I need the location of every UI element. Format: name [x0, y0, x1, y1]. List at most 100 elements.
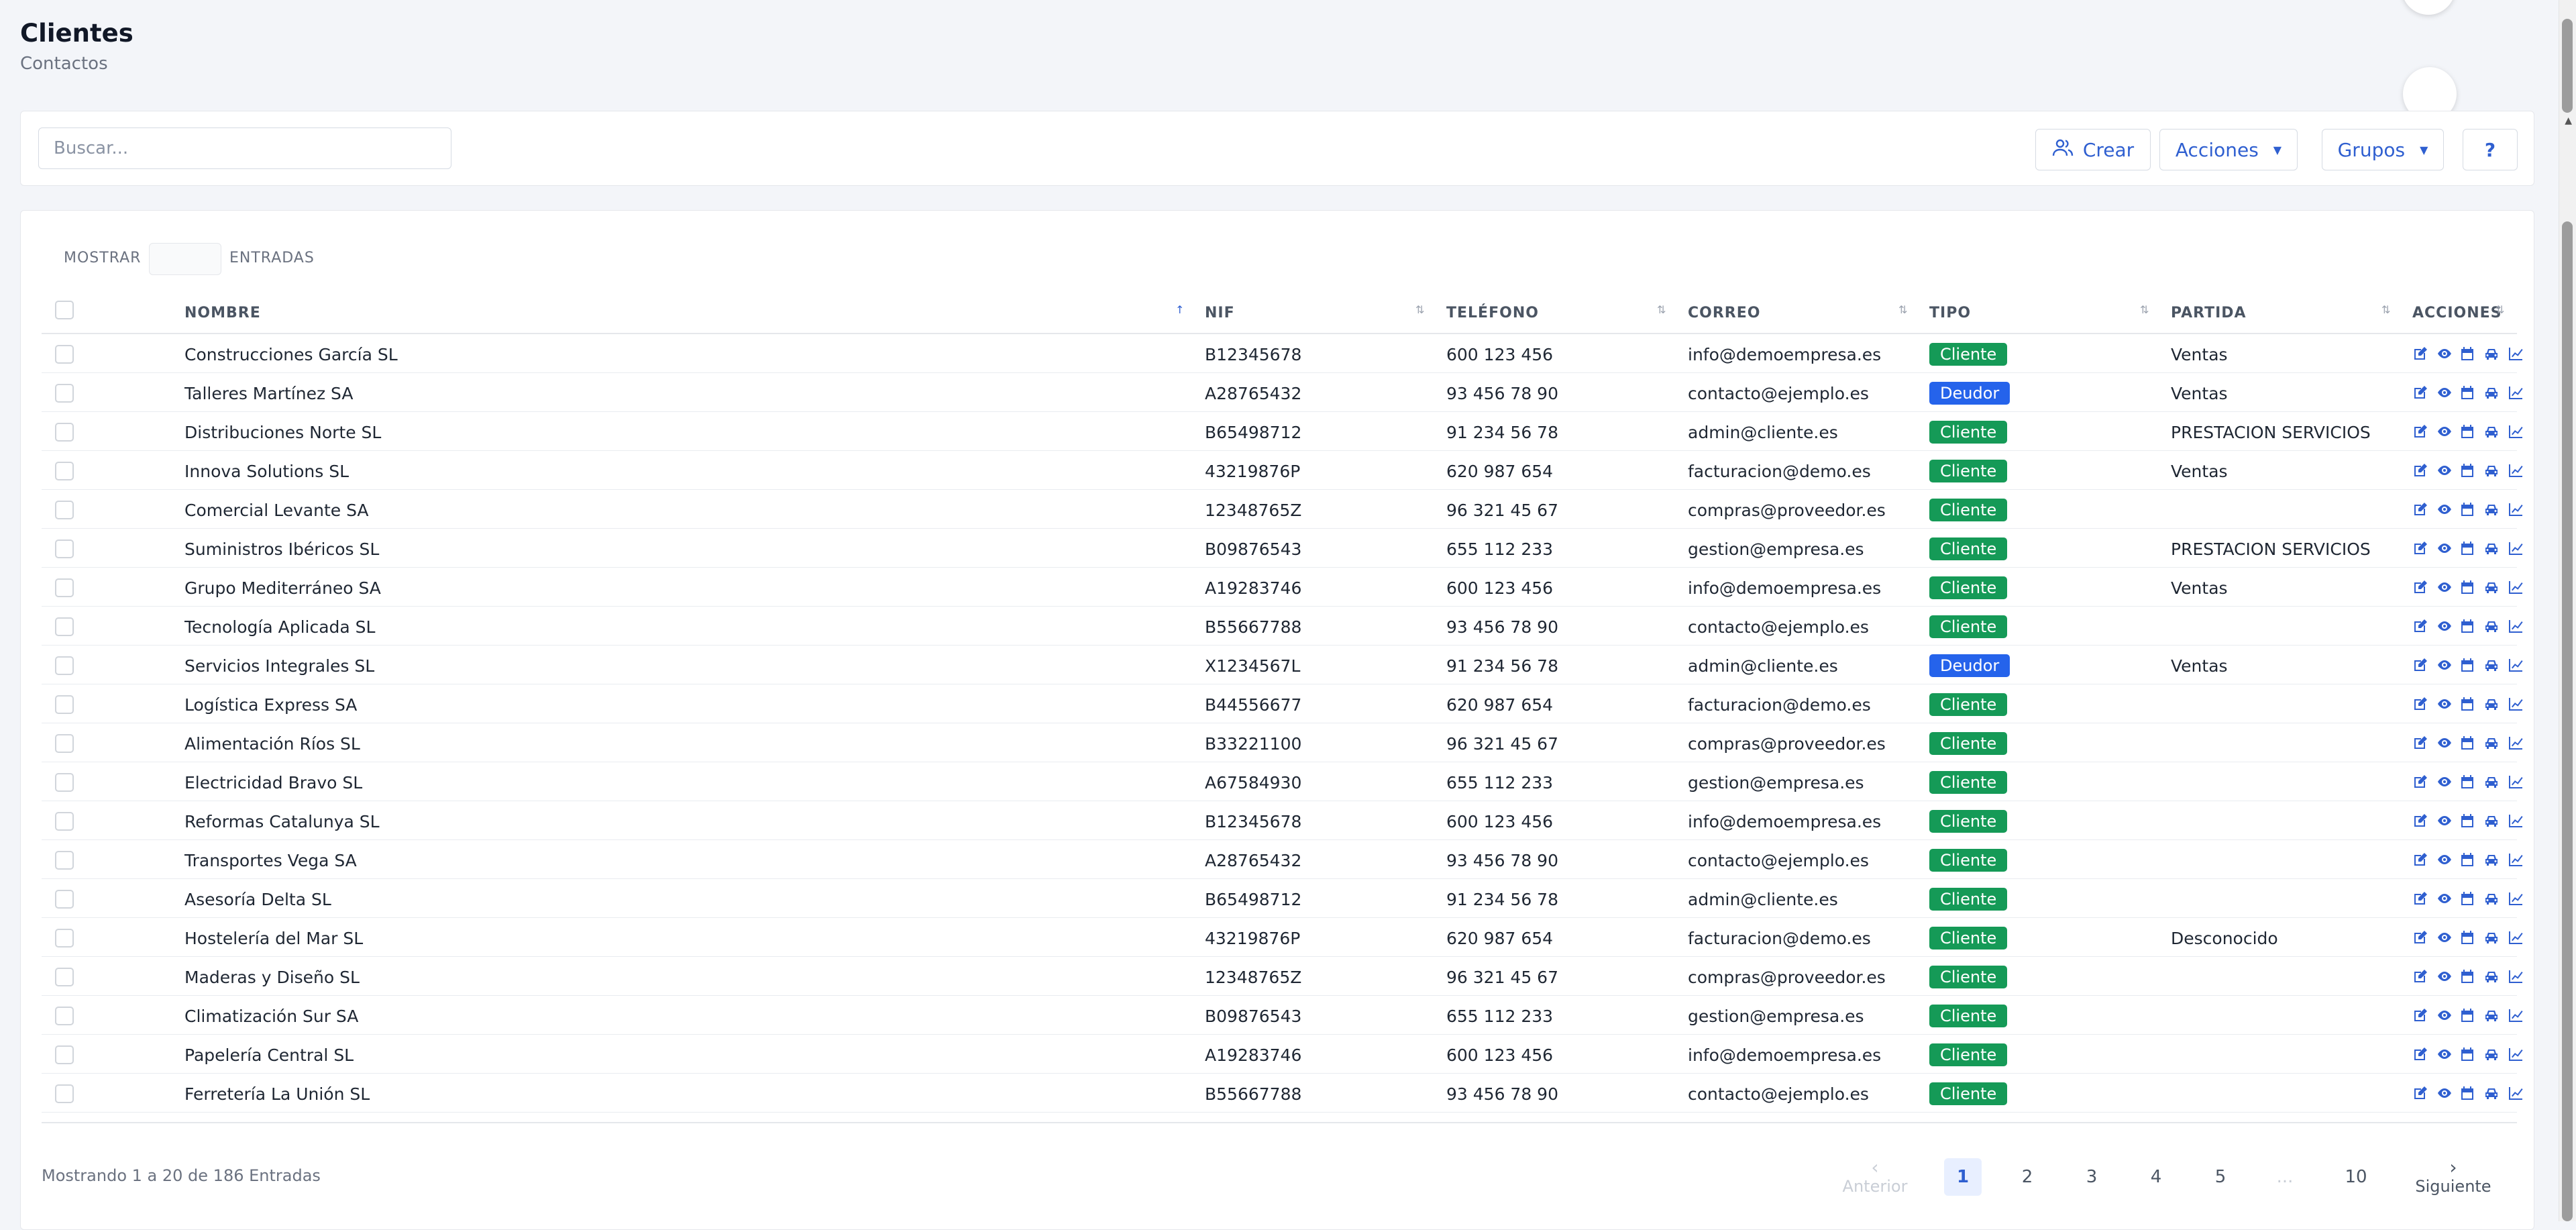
sort-icon[interactable]: ⇅ [1415, 303, 1424, 316]
table-row[interactable]: Ferretería La Unión SL B55667788 93 456 78… [42, 1074, 2523, 1113]
view-icon[interactable] [2436, 501, 2453, 518]
sort-icon[interactable]: ⇅ [1657, 303, 1666, 316]
groups-dropdown[interactable]: Grupos ▼ [2322, 129, 2444, 170]
prev-page-button[interactable]: ‹ Anterior [1831, 1158, 1919, 1196]
view-icon[interactable] [2436, 968, 2453, 985]
edit-icon[interactable] [2412, 1045, 2428, 1063]
view-icon[interactable] [2436, 578, 2453, 596]
view-icon[interactable] [2436, 1007, 2453, 1024]
edit-icon[interactable] [2412, 656, 2428, 674]
edit-icon[interactable] [2412, 812, 2428, 829]
scrollbar[interactable]: ▲ [2559, 0, 2576, 1221]
car-icon[interactable] [2483, 656, 2500, 674]
chart-icon[interactable] [2508, 540, 2524, 557]
car-icon[interactable] [2483, 851, 2500, 868]
row-checkbox[interactable] [55, 501, 74, 519]
car-icon[interactable] [2483, 384, 2500, 401]
calendar-icon[interactable] [2459, 1007, 2475, 1024]
edit-icon[interactable] [2412, 423, 2428, 440]
chart-icon[interactable] [2508, 695, 2524, 713]
row-checkbox[interactable] [55, 1084, 74, 1103]
chart-icon[interactable] [2508, 1084, 2524, 1102]
chart-icon[interactable] [2508, 890, 2524, 907]
chart-icon[interactable] [2508, 968, 2524, 985]
row-checkbox[interactable] [55, 734, 74, 753]
row-checkbox[interactable] [55, 540, 74, 558]
column-header-telefono[interactable]: TELÉFONO [1446, 305, 1539, 321]
calendar-icon[interactable] [2459, 501, 2475, 518]
edit-icon[interactable] [2412, 384, 2428, 401]
car-icon[interactable] [2483, 578, 2500, 596]
car-icon[interactable] [2483, 1084, 2500, 1102]
column-header-nif[interactable]: NIF [1205, 305, 1235, 321]
chart-icon[interactable] [2508, 345, 2524, 362]
calendar-icon[interactable] [2459, 423, 2475, 440]
view-icon[interactable] [2436, 656, 2453, 674]
car-icon[interactable] [2483, 929, 2500, 946]
view-icon[interactable] [2436, 345, 2453, 362]
car-icon[interactable] [2483, 345, 2500, 362]
calendar-icon[interactable] [2459, 890, 2475, 907]
edit-icon[interactable] [2412, 540, 2428, 557]
page-4-button[interactable]: 4 [2137, 1158, 2175, 1196]
create-button[interactable]: Crear [2035, 129, 2151, 170]
view-icon[interactable] [2436, 773, 2453, 790]
table-row[interactable]: Tecnología Aplicada SL B55667788 93 456 78… [42, 607, 2523, 646]
car-icon[interactable] [2483, 812, 2500, 829]
edit-icon[interactable] [2412, 695, 2428, 713]
column-header-correo[interactable]: CORREO [1688, 305, 1760, 321]
view-icon[interactable] [2436, 462, 2453, 479]
calendar-icon[interactable] [2459, 617, 2475, 635]
car-icon[interactable] [2483, 617, 2500, 635]
column-header-nombre[interactable]: NOMBRE [184, 305, 261, 321]
row-checkbox[interactable] [55, 617, 74, 636]
sort-icon[interactable]: ⇅ [1898, 303, 1907, 316]
view-icon[interactable] [2436, 384, 2453, 401]
calendar-icon[interactable] [2459, 384, 2475, 401]
chart-icon[interactable] [2508, 929, 2524, 946]
row-checkbox[interactable] [55, 968, 74, 986]
edit-icon[interactable] [2412, 929, 2428, 946]
chart-icon[interactable] [2508, 734, 2524, 752]
car-icon[interactable] [2483, 890, 2500, 907]
search-input[interactable] [38, 127, 451, 169]
row-checkbox[interactable] [55, 812, 74, 831]
table-row[interactable]: Comercial Levante SA 12348765Z 96 321 45 6… [42, 490, 2523, 529]
calendar-icon[interactable] [2459, 462, 2475, 479]
row-checkbox[interactable] [55, 851, 74, 870]
row-checkbox[interactable] [55, 345, 74, 364]
column-header-partida[interactable]: PARTIDA [2171, 305, 2247, 321]
chart-icon[interactable] [2508, 851, 2524, 868]
car-icon[interactable] [2483, 968, 2500, 985]
calendar-icon[interactable] [2459, 540, 2475, 557]
car-icon[interactable] [2483, 462, 2500, 479]
edit-icon[interactable] [2412, 734, 2428, 752]
edit-icon[interactable] [2412, 617, 2428, 635]
page-5-button[interactable]: 5 [2202, 1158, 2239, 1196]
help-button[interactable]: ? [2463, 129, 2518, 170]
edit-icon[interactable] [2412, 890, 2428, 907]
calendar-icon[interactable] [2459, 656, 2475, 674]
row-checkbox[interactable] [55, 1007, 74, 1025]
table-row[interactable]: Papelería Central SL A19283746 600 123 456… [42, 1035, 2523, 1074]
car-icon[interactable] [2483, 695, 2500, 713]
chart-icon[interactable] [2508, 578, 2524, 596]
row-checkbox[interactable] [55, 423, 74, 442]
page-1-button[interactable]: 1 [1944, 1158, 1982, 1196]
calendar-icon[interactable] [2459, 734, 2475, 752]
page-2-button[interactable]: 2 [2008, 1158, 2046, 1196]
row-checkbox[interactable] [55, 929, 74, 947]
row-checkbox[interactable] [55, 656, 74, 675]
table-row[interactable]: Talleres Martínez SA A28765432 93 456 78 9… [42, 373, 2523, 412]
edit-icon[interactable] [2412, 462, 2428, 479]
chart-icon[interactable] [2508, 384, 2524, 401]
calendar-icon[interactable] [2459, 1045, 2475, 1063]
table-row[interactable]: Servicios Integrales SL X1234567L 91 234 5… [42, 646, 2523, 684]
page-10-button[interactable]: 10 [2337, 1158, 2375, 1196]
view-icon[interactable] [2436, 1045, 2453, 1063]
table-row[interactable]: Hostelería del Mar SL 43219876P 620 987 65… [42, 918, 2523, 957]
calendar-icon[interactable] [2459, 929, 2475, 946]
view-icon[interactable] [2436, 812, 2453, 829]
table-row[interactable]: Construcciones García SL B12345678 600 123… [42, 334, 2523, 373]
chart-icon[interactable] [2508, 501, 2524, 518]
